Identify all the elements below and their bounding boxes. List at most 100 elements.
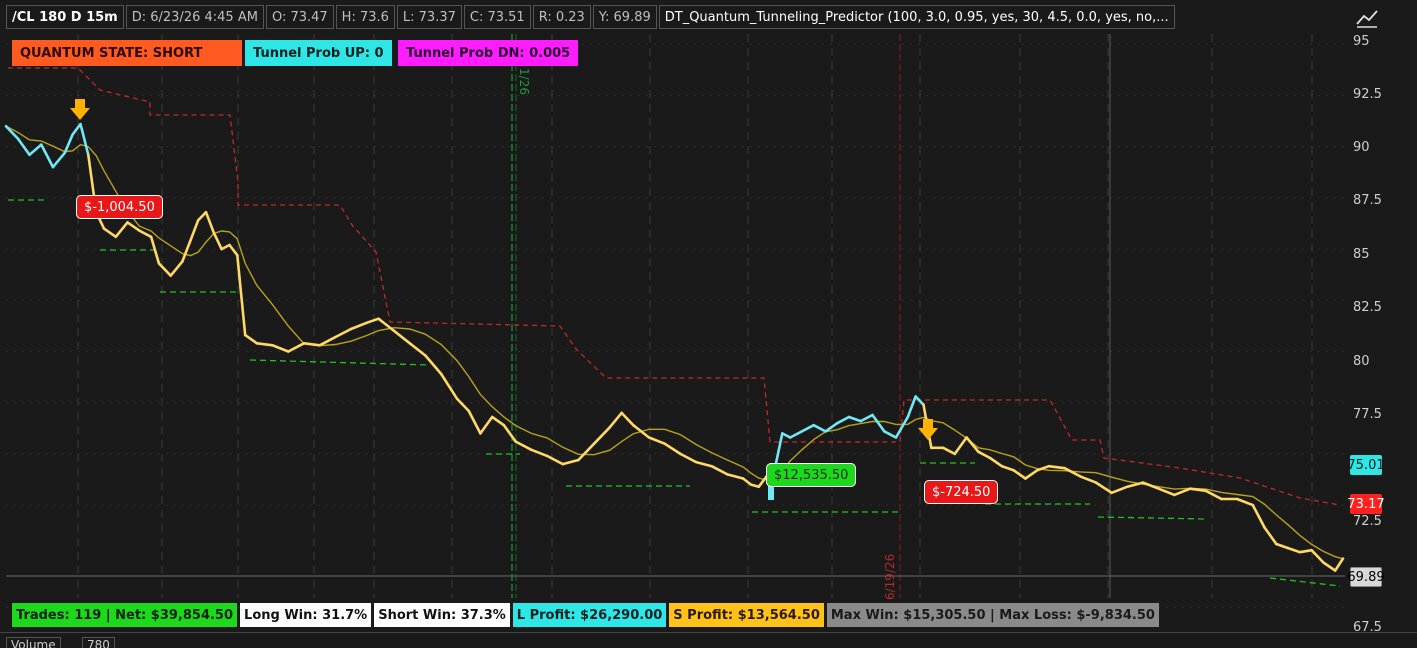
price-segment <box>196 210 208 222</box>
price-segment <box>835 415 851 425</box>
price-segment <box>392 329 412 345</box>
date-label-first: 1/26 <box>517 68 531 95</box>
price-segment <box>286 341 306 353</box>
price-segment <box>212 231 223 251</box>
trade-result-first-loss: $-1,004.50 <box>76 195 163 219</box>
price-segment <box>780 432 792 439</box>
price-segment <box>788 430 804 439</box>
chart-header: /CL 180 D 15m D: 6/23/26 4:45 AM O: 73.4… <box>0 0 1340 34</box>
bar-y: Y: 69.89 <box>592 5 657 29</box>
price-segment <box>977 450 992 460</box>
chart-style-icon[interactable] <box>1354 6 1380 30</box>
price-tag-red: 73.17 <box>1347 494 1385 514</box>
bar-open: O: 73.47 <box>265 5 334 29</box>
stat-short-win: Short Win: 37.3% <box>374 603 510 627</box>
price-segment <box>1251 503 1266 529</box>
price-chart[interactable]: 1/26 6/19/26 <box>0 0 1417 648</box>
price-segment <box>157 262 172 278</box>
price-segment <box>204 210 216 234</box>
y-tick-95: 95 <box>1353 34 1370 49</box>
tunnel-prob-dn-label: Tunnel Prob DN: 0.005 <box>398 40 579 66</box>
price-tag-last: 69.89 <box>1347 567 1385 587</box>
volume-pane[interactable]: Volume 780 <box>0 632 1417 648</box>
price-segment <box>228 243 239 257</box>
bar-date: D: 6/23/26 4:45 AM <box>125 5 264 29</box>
stat-l-profit: L Profit: $26,290.00 <box>512 603 667 627</box>
price-segment <box>1110 485 1129 495</box>
stat-s-profit: S Profit: $13,564.50 <box>669 603 824 627</box>
price-segment <box>71 122 82 136</box>
price-segment <box>882 430 898 439</box>
stat-long-win: Long Win: 31.7% <box>240 603 372 627</box>
symbol-field[interactable]: /CL 180 D 15m <box>6 5 124 29</box>
price-segment <box>1310 548 1325 564</box>
y-tick-72-5: 72.5 <box>1353 514 1382 529</box>
price-segment <box>138 229 153 239</box>
price-segment <box>953 436 968 456</box>
price-segment <box>694 460 714 468</box>
price-segment <box>812 423 827 433</box>
price-segment <box>1275 542 1290 550</box>
price-segment <box>333 327 353 339</box>
price-segment <box>1235 497 1255 507</box>
price-segment <box>1079 475 1098 484</box>
price-segment <box>941 446 957 456</box>
price-segment <box>1322 561 1337 572</box>
price-segment <box>408 341 427 357</box>
price-segment <box>102 227 118 239</box>
stop-loss-line <box>8 67 1341 506</box>
price-segment <box>439 372 459 400</box>
price-segment <box>577 442 596 462</box>
price-segment <box>302 341 322 347</box>
price-segment <box>1024 468 1039 480</box>
trade-result-second-loss: $-724.50 <box>924 480 999 504</box>
trade-result-long-win: $12,535.50 <box>766 463 857 487</box>
price-segment <box>608 411 623 429</box>
y-tick-85: 85 <box>1353 247 1370 262</box>
price-segment <box>365 317 380 325</box>
price-segment <box>51 151 67 169</box>
price-segment <box>965 436 980 454</box>
price-segment <box>467 409 482 435</box>
price-segment <box>39 143 55 169</box>
y-tick-77-5: 77.5 <box>1353 407 1382 422</box>
bar-high: H: 73.6 <box>335 5 395 29</box>
price-segment <box>847 415 863 423</box>
stat-max-win-loss: Max Win: $15,305.50 | Max Loss: $-9,834.… <box>826 603 1159 627</box>
support-line <box>249 359 431 366</box>
price-segment <box>424 354 443 376</box>
price-segment <box>455 397 471 413</box>
price-segment <box>647 436 667 446</box>
price-segment <box>63 133 74 155</box>
price-segment <box>710 464 729 476</box>
price-segment <box>502 423 518 443</box>
support-line <box>1269 577 1341 587</box>
price-tag-cyan: 75.01 <box>1347 455 1385 475</box>
moving-average-line <box>5 125 1344 560</box>
short-entry-arrow-icon <box>70 99 90 120</box>
price-segment <box>592 425 612 446</box>
price-segment <box>1263 526 1278 546</box>
price-segment <box>631 423 651 439</box>
price-segment <box>255 341 274 347</box>
price-segment <box>4 124 20 140</box>
y-tick-90: 90 <box>1353 140 1370 155</box>
support-line <box>1097 516 1207 520</box>
strategy-stats-bar: Trades: 119 | Net: $39,854.50 Long Win: … <box>12 603 1162 627</box>
price-segment <box>530 448 549 458</box>
price-segment <box>514 440 533 452</box>
price-segment <box>79 122 90 157</box>
tunnel-prob-up-label: Tunnel Prob UP: 0 <box>245 40 392 66</box>
price-segment <box>1298 548 1313 554</box>
study-name[interactable]: DT_Quantum_Tunneling_Predictor (100, 3.0… <box>658 5 1175 29</box>
y-tick-87-5: 87.5 <box>1353 193 1382 208</box>
price-segment <box>1094 481 1113 495</box>
volume-label: Volume <box>6 637 61 648</box>
price-segment <box>1333 557 1345 572</box>
price-segment <box>169 260 184 278</box>
short-entry-arrow-icon <box>918 419 938 440</box>
bar-range: R: 0.23 <box>532 5 591 29</box>
y-tick-92-5: 92.5 <box>1353 87 1382 102</box>
price-segment <box>114 221 129 239</box>
bar-close: C: 73.51 <box>463 5 531 29</box>
